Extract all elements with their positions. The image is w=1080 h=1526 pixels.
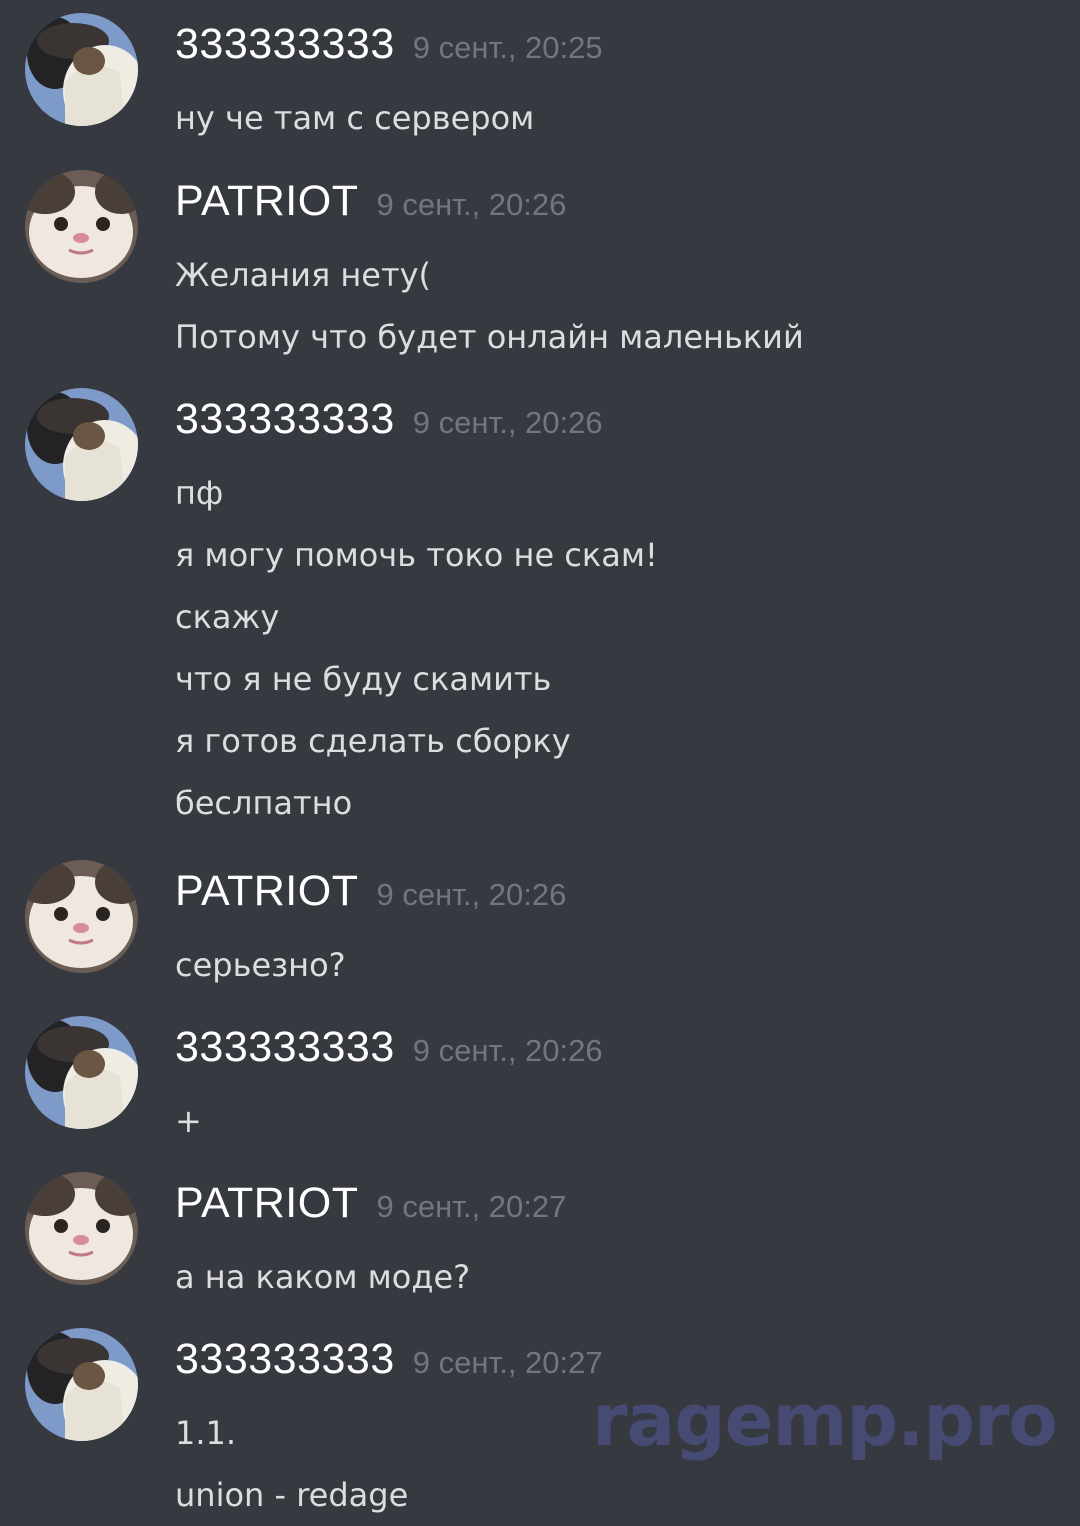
hooded-avatar-icon[interactable] — [25, 1328, 138, 1441]
message-text: серьезно? — [175, 946, 346, 984]
message-header: 333333333 9 сент., 20:26 — [175, 396, 603, 451]
username[interactable]: PATRIOT — [175, 867, 358, 915]
timestamp: 9 сент., 20:27 — [376, 1189, 567, 1224]
chat-log: 333333333 9 сент., 20:25 ну че там с серв… — [0, 0, 1080, 1526]
message-header: 333333333 9 сент., 20:26 — [175, 1024, 603, 1079]
message-lines: ну че там с сервером — [175, 87, 534, 149]
message-text: ну че там с сервером — [175, 99, 535, 137]
message-lines: серьезно? — [175, 934, 346, 996]
message-header: 333333333 9 сент., 20:27 — [175, 1336, 603, 1391]
hooded-avatar-icon[interactable] — [25, 388, 138, 501]
timestamp: 9 сент., 20:25 — [412, 30, 603, 65]
message-text: + — [175, 1102, 202, 1140]
message-header: 333333333 9 сент., 20:25 — [175, 21, 603, 76]
message-text: я готов сделать сборку — [175, 722, 571, 760]
timestamp: 9 сент., 20:26 — [412, 1033, 603, 1068]
timestamp: 9 сент., 20:26 — [376, 187, 567, 222]
hooded-avatar-icon[interactable] — [25, 1016, 138, 1129]
message-lines: 1.1. union - redage — [175, 1402, 408, 1526]
message-text: 1.1. — [175, 1414, 237, 1452]
username[interactable]: 333333333 — [175, 395, 395, 443]
message-text: я могу помочь токо не скам! — [175, 536, 658, 574]
message-text: Потому что будет онлайн маленький — [175, 318, 804, 356]
message-text: скажу — [175, 598, 280, 636]
message-header: PATRIOT 9 сент., 20:27 — [175, 1180, 566, 1235]
timestamp: 9 сент., 20:26 — [376, 877, 567, 912]
username[interactable]: 333333333 — [175, 1335, 395, 1383]
cat-avatar-icon[interactable] — [25, 860, 138, 973]
cat-avatar-icon[interactable] — [25, 170, 138, 283]
message-header: PATRIOT 9 сент., 20:26 — [175, 178, 566, 233]
message-lines: + — [175, 1090, 202, 1152]
watermark: ragemp.pro — [592, 1378, 1058, 1462]
hooded-avatar-icon[interactable] — [25, 13, 138, 126]
message-text: беслпатно — [175, 784, 353, 822]
cat-avatar-icon[interactable] — [25, 1172, 138, 1285]
timestamp: 9 сент., 20:27 — [412, 1345, 603, 1380]
message-lines: Желания нету( Потому что будет онлайн ма… — [175, 244, 804, 368]
message-text: union - redage — [175, 1476, 409, 1514]
message-lines: пф я могу помочь токо не скам! скажу что… — [175, 462, 658, 834]
message-header: PATRIOT 9 сент., 20:26 — [175, 868, 566, 923]
message-text: пф — [175, 474, 224, 512]
timestamp: 9 сент., 20:26 — [412, 405, 603, 440]
message-lines: а на каком моде? — [175, 1246, 470, 1308]
username[interactable]: 333333333 — [175, 20, 395, 68]
message-text: а на каком моде? — [175, 1258, 471, 1296]
username[interactable]: 333333333 — [175, 1023, 395, 1071]
username[interactable]: PATRIOT — [175, 177, 358, 225]
username[interactable]: PATRIOT — [175, 1179, 358, 1227]
message-text: Желания нету( — [175, 256, 432, 294]
message-text: что я не буду скамить — [175, 660, 552, 698]
